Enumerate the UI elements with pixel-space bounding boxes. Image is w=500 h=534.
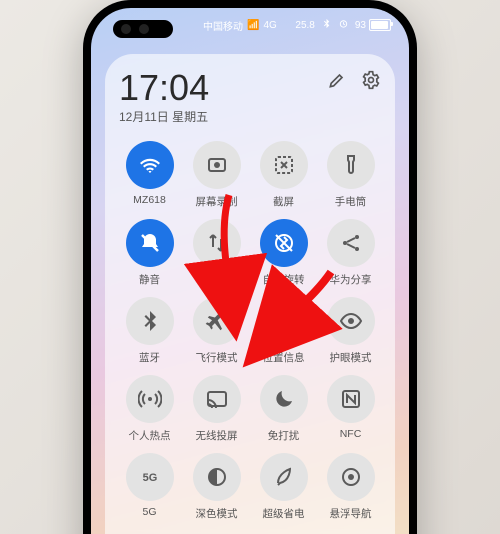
status-bar: 中国移动 📶 4G 25.8 93 — [91, 15, 409, 35]
mobiledata-label: 移动数据 — [196, 272, 238, 287]
location-label: 位置信息 — [263, 350, 305, 365]
signal-icon: 📶 — [247, 20, 259, 31]
floatnav-toggle[interactable] — [327, 453, 375, 501]
mute-toggle[interactable] — [126, 219, 174, 267]
wifi-label: MZ618 — [133, 194, 166, 206]
tile-mobiledata: 移动数据 — [186, 219, 247, 287]
tile-darkmode: 深色模式 — [186, 453, 247, 521]
photo-backdrop: 中国移动 📶 4G 25.8 93 — [0, 0, 500, 534]
svg-text:5G: 5G — [142, 472, 157, 484]
airplane-toggle[interactable] — [193, 297, 241, 345]
dnd-toggle[interactable] — [260, 375, 308, 423]
tile-location: 位置信息 — [253, 297, 314, 365]
screenrec-toggle[interactable] — [193, 141, 241, 189]
autorotate-label: 自动旋转 — [263, 272, 305, 287]
screenshot-toggle[interactable] — [260, 141, 308, 189]
huaweishare-toggle[interactable] — [327, 219, 375, 267]
location-toggle[interactable] — [260, 297, 308, 345]
hotspot-label: 个人热点 — [129, 428, 171, 443]
wifi-toggle[interactable] — [126, 141, 174, 189]
bluetooth-status-icon — [321, 18, 332, 32]
bluetooth-label: 蓝牙 — [139, 350, 160, 365]
clock-block[interactable]: 17:04 12月11日 星期五 — [119, 70, 209, 125]
tiles-grid: MZ618 屏幕录制 截屏 手电筒静音 移动数据 自动旋转 华为分享蓝牙 飞行模式 位置信息 护眼… — [119, 141, 381, 521]
tile-screenshot: 截屏 — [253, 141, 314, 209]
nfc-label: NFC — [340, 428, 362, 440]
tile-airplane: 飞行模式 — [186, 297, 247, 365]
cast-label: 无线投屏 — [196, 428, 238, 443]
eyecomfort-toggle[interactable] — [327, 297, 375, 345]
tile-autorotate: 自动旋转 — [253, 219, 314, 287]
tile-eyecomfort: 护眼模式 — [320, 297, 381, 365]
tile-hotspot: 个人热点 — [119, 375, 180, 443]
torch-toggle[interactable] — [327, 141, 375, 189]
bluetooth-toggle[interactable] — [126, 297, 174, 345]
autorotate-toggle[interactable] — [260, 219, 308, 267]
net-type: 4G — [263, 20, 276, 31]
edit-icon[interactable] — [327, 70, 347, 95]
eyecomfort-label: 护眼模式 — [330, 350, 372, 365]
tile-torch: 手电筒 — [320, 141, 381, 209]
gear-icon[interactable] — [361, 70, 381, 95]
screenshot-label: 截屏 — [273, 194, 294, 209]
battery-pct: 93 — [355, 20, 366, 31]
tile-5g: 5G 5G — [119, 453, 180, 521]
powersave-toggle[interactable] — [260, 453, 308, 501]
tile-wifi: MZ618 — [119, 141, 180, 209]
phone-screen: 中国移动 📶 4G 25.8 93 — [91, 8, 409, 534]
tile-huaweishare: 华为分享 — [320, 219, 381, 287]
huaweishare-label: 华为分享 — [330, 272, 372, 287]
mobiledata-toggle[interactable] — [193, 219, 241, 267]
alarm-status-icon — [338, 18, 349, 32]
tile-mute: 静音 — [119, 219, 180, 287]
battery-icon — [369, 19, 391, 31]
quick-settings-panel[interactable]: 17:04 12月11日 星期五 MZ618 屏幕录制 截屏 手电筒静音 移动数据 自动旋… — [105, 54, 395, 534]
net-speed: 25.8 — [295, 20, 314, 31]
panel-header: 17:04 12月11日 星期五 — [119, 70, 381, 125]
floatnav-label: 悬浮导航 — [330, 506, 372, 521]
dnd-label: 免打扰 — [268, 428, 300, 443]
5g-label: 5G — [142, 506, 156, 518]
tile-powersave: 超级省电 — [253, 453, 314, 521]
powersave-label: 超级省电 — [263, 506, 305, 521]
tile-nfc: NFC — [320, 375, 381, 443]
carrier-text: 中国移动 — [203, 18, 243, 33]
torch-label: 手电筒 — [335, 194, 367, 209]
tile-screenrec: 屏幕录制 — [186, 141, 247, 209]
tile-dnd: 免打扰 — [253, 375, 314, 443]
hotspot-toggle[interactable] — [126, 375, 174, 423]
cast-toggle[interactable] — [193, 375, 241, 423]
screenrec-label: 屏幕录制 — [196, 194, 238, 209]
mute-label: 静音 — [139, 272, 160, 287]
phone-frame: 中国移动 📶 4G 25.8 93 — [83, 0, 417, 534]
darkmode-label: 深色模式 — [196, 506, 238, 521]
carrier-label: 中国移动 📶 4G — [203, 18, 277, 33]
battery-indicator: 93 — [355, 19, 391, 31]
tile-bluetooth: 蓝牙 — [119, 297, 180, 365]
5g-toggle[interactable]: 5G — [126, 453, 174, 501]
clock-time: 17:04 — [119, 70, 209, 106]
nfc-toggle[interactable] — [327, 375, 375, 423]
tile-floatnav: 悬浮导航 — [320, 453, 381, 521]
tile-cast: 无线投屏 — [186, 375, 247, 443]
darkmode-toggle[interactable] — [193, 453, 241, 501]
airplane-label: 飞行模式 — [196, 350, 238, 365]
clock-date: 12月11日 星期五 — [119, 108, 209, 125]
